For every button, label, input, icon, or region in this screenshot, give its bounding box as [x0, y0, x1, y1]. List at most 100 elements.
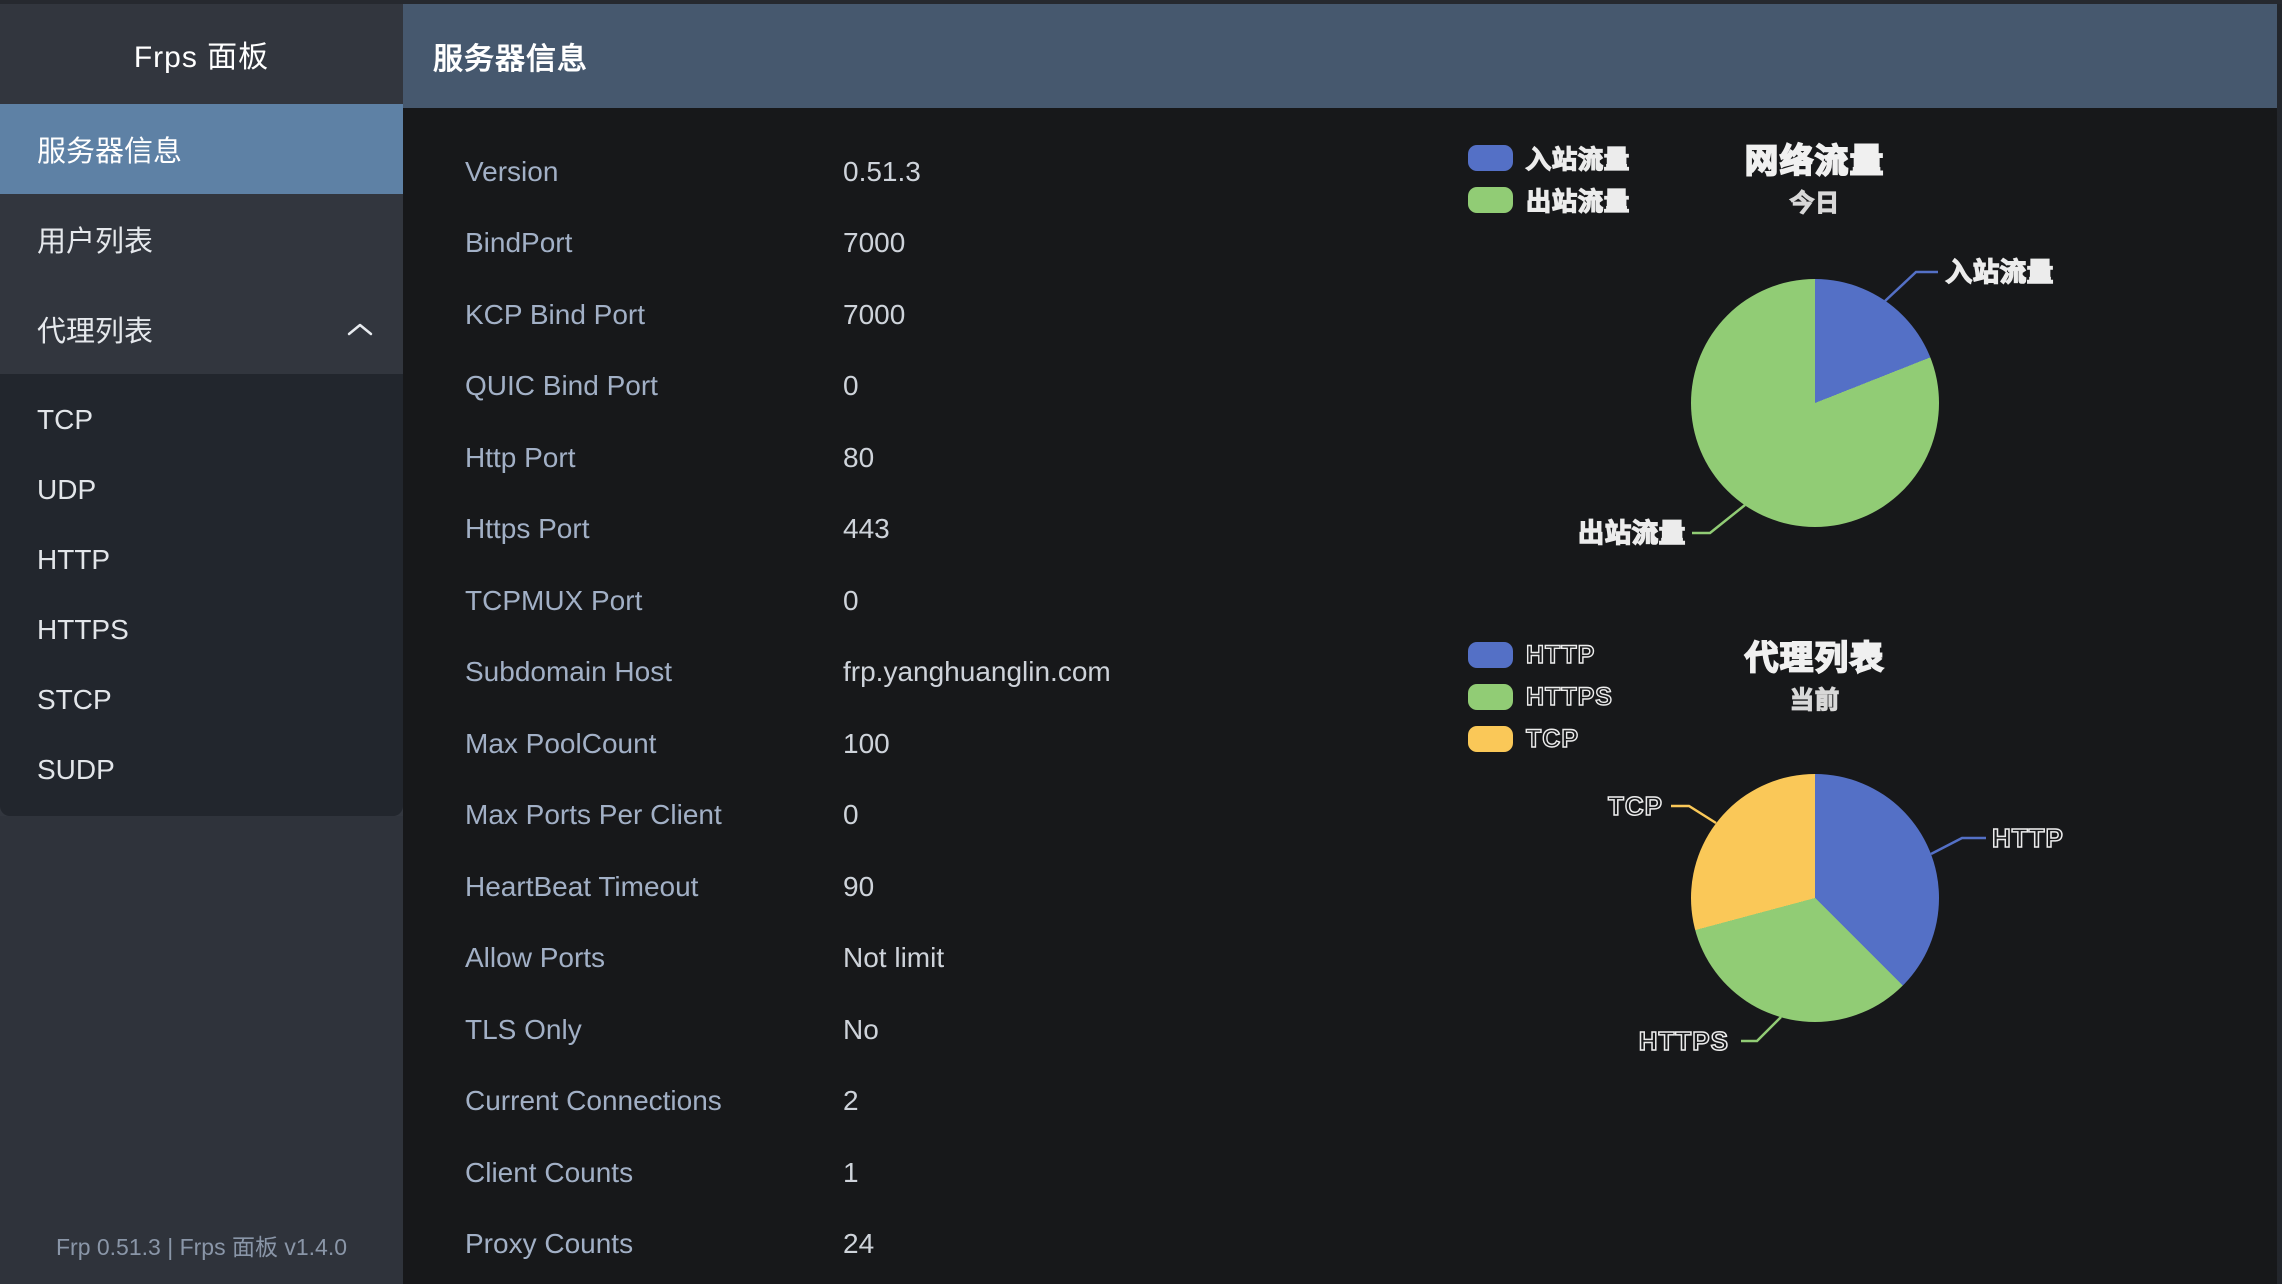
- submenu-label: STCP: [37, 684, 112, 716]
- page-title: 服务器信息: [433, 34, 588, 78]
- row-label: BindPort: [403, 227, 843, 259]
- sidebar-item-user-list[interactable]: 用户列表: [0, 194, 403, 284]
- row-value: 1: [843, 1157, 859, 1189]
- traffic-chart-title: 网络流量: [1615, 140, 2015, 182]
- version-footer: Frp 0.51.3 | Frps 面板 v1.4.0: [0, 1228, 403, 1284]
- row-label: HeartBeat Timeout: [403, 871, 843, 903]
- sidebar-subitem-udp[interactable]: UDP: [0, 455, 403, 525]
- sidebar: Frps 面板 服务器信息 用户列表 代理列表 TCP UDP HTTP HTT…: [0, 4, 403, 1284]
- server-info-row: Client Counts1: [403, 1137, 1303, 1209]
- legend-swatch: [1468, 145, 1513, 171]
- pie-label-http: HTTP: [1992, 820, 2064, 856]
- server-info-row: TLS OnlyNo: [403, 994, 1303, 1066]
- server-info-row: Current Connections2: [403, 1066, 1303, 1138]
- server-info-row: TCPMUX Port0: [403, 565, 1303, 637]
- legend-item-http[interactable]: HTTP: [1468, 634, 1613, 676]
- legend-item-inbound[interactable]: 入站流量: [1468, 137, 1630, 179]
- row-value: 0: [843, 799, 859, 831]
- server-info-row: KCP Bind Port7000: [403, 279, 1303, 351]
- row-label: Proxy Counts: [403, 1228, 843, 1260]
- sidebar-item-label: 用户列表: [37, 218, 153, 260]
- app-title: Frps 面板: [0, 4, 403, 104]
- server-info-row: HeartBeat Timeout90: [403, 851, 1303, 923]
- row-value: 90: [843, 871, 874, 903]
- row-value: 7000: [843, 299, 905, 331]
- server-info-row: Https Port443: [403, 494, 1303, 566]
- proxy-pie-chart[interactable]: [1691, 774, 1939, 1022]
- server-info-row: Allow PortsNot limit: [403, 923, 1303, 995]
- row-label: Version: [403, 156, 843, 188]
- row-label: Client Counts: [403, 1157, 843, 1189]
- submenu-label: HTTPS: [37, 614, 129, 646]
- row-label: Max Ports Per Client: [403, 799, 843, 831]
- row-value: Not limit: [843, 942, 944, 974]
- row-value: 0: [843, 585, 859, 617]
- traffic-chart-legend: 入站流量 出站流量: [1468, 137, 1630, 221]
- pie-label-tcp: TCP: [1443, 788, 1663, 824]
- sidebar-item-proxy-list[interactable]: 代理列表: [0, 284, 403, 374]
- pie-label-outbound: 出站流量: [1466, 515, 1686, 551]
- row-label: TCPMUX Port: [403, 585, 843, 617]
- leader-line-https: [1741, 1017, 1781, 1041]
- scrollbar-gutter[interactable]: [2277, 4, 2282, 1284]
- server-info-panel: Version0.51.3 BindPort7000 KCP Bind Port…: [403, 136, 1303, 1280]
- row-label: KCP Bind Port: [403, 299, 843, 331]
- row-value: frp.yanghuanglin.com: [843, 656, 1111, 688]
- row-label: TLS Only: [403, 1014, 843, 1046]
- sidebar-subitem-stcp[interactable]: STCP: [0, 665, 403, 735]
- leader-line-tcp: [1671, 806, 1716, 823]
- leader-line-outbound: [1692, 505, 1745, 533]
- traffic-chart-header: 网络流量 今日: [1615, 140, 2015, 219]
- proxy-chart-subtitle: 当前: [1615, 686, 2015, 716]
- server-info-row: Http Port80: [403, 422, 1303, 494]
- server-info-row: BindPort7000: [403, 208, 1303, 280]
- sidebar-subitem-http[interactable]: HTTP: [0, 525, 403, 595]
- row-label: QUIC Bind Port: [403, 370, 843, 402]
- traffic-pie-chart[interactable]: [1691, 279, 1939, 527]
- row-label: Current Connections: [403, 1085, 843, 1117]
- sidebar-menu: Frps 面板 服务器信息 用户列表 代理列表 TCP UDP HTTP HTT…: [0, 4, 403, 816]
- sidebar-item-server-info[interactable]: 服务器信息: [0, 104, 403, 194]
- leader-line-http: [1931, 838, 1986, 854]
- proxy-type-submenu: TCP UDP HTTP HTTPS STCP SUDP: [0, 374, 403, 816]
- sidebar-item-label: 代理列表: [37, 308, 153, 350]
- legend-label: HTTP: [1526, 641, 1595, 670]
- row-value: No: [843, 1014, 879, 1046]
- sidebar-subitem-https[interactable]: HTTPS: [0, 595, 403, 665]
- server-info-row: Proxy Counts24: [403, 1209, 1303, 1281]
- legend-label: TCP: [1526, 725, 1579, 754]
- submenu-label: UDP: [37, 474, 96, 506]
- pie-label-https: HTTPS: [1509, 1023, 1729, 1059]
- server-info-row: QUIC Bind Port0: [403, 351, 1303, 423]
- legend-item-https[interactable]: HTTPS: [1468, 676, 1613, 718]
- row-label: Subdomain Host: [403, 656, 843, 688]
- row-value: 443: [843, 513, 890, 545]
- server-info-row: Max PoolCount100: [403, 708, 1303, 780]
- legend-item-outbound[interactable]: 出站流量: [1468, 179, 1630, 221]
- leader-line-inbound: [1885, 272, 1938, 301]
- legend-swatch: [1468, 642, 1513, 668]
- chevron-up-icon: [347, 322, 373, 336]
- legend-swatch: [1468, 187, 1513, 213]
- legend-item-tcp[interactable]: TCP: [1468, 718, 1613, 760]
- row-value: 7000: [843, 227, 905, 259]
- row-label: Allow Ports: [403, 942, 843, 974]
- sidebar-subitem-sudp[interactable]: SUDP: [0, 735, 403, 805]
- row-label: Max PoolCount: [403, 728, 843, 760]
- row-value: 80: [843, 442, 874, 474]
- row-label: Http Port: [403, 442, 843, 474]
- proxy-chart-legend: HTTP HTTPS TCP: [1468, 634, 1613, 760]
- proxy-chart-title: 代理列表: [1615, 637, 2015, 679]
- sidebar-subitem-tcp[interactable]: TCP: [0, 385, 403, 455]
- row-label: Https Port: [403, 513, 843, 545]
- row-value: 24: [843, 1228, 874, 1260]
- page-header: 服务器信息: [403, 4, 2282, 108]
- row-value: 100: [843, 728, 890, 760]
- legend-swatch: [1468, 726, 1513, 752]
- row-value: 2: [843, 1085, 859, 1117]
- row-value: 0.51.3: [843, 156, 921, 188]
- server-info-row: Version0.51.3: [403, 136, 1303, 208]
- legend-label: HTTPS: [1526, 683, 1613, 712]
- legend-swatch: [1468, 684, 1513, 710]
- traffic-chart-subtitle: 今日: [1615, 189, 2015, 219]
